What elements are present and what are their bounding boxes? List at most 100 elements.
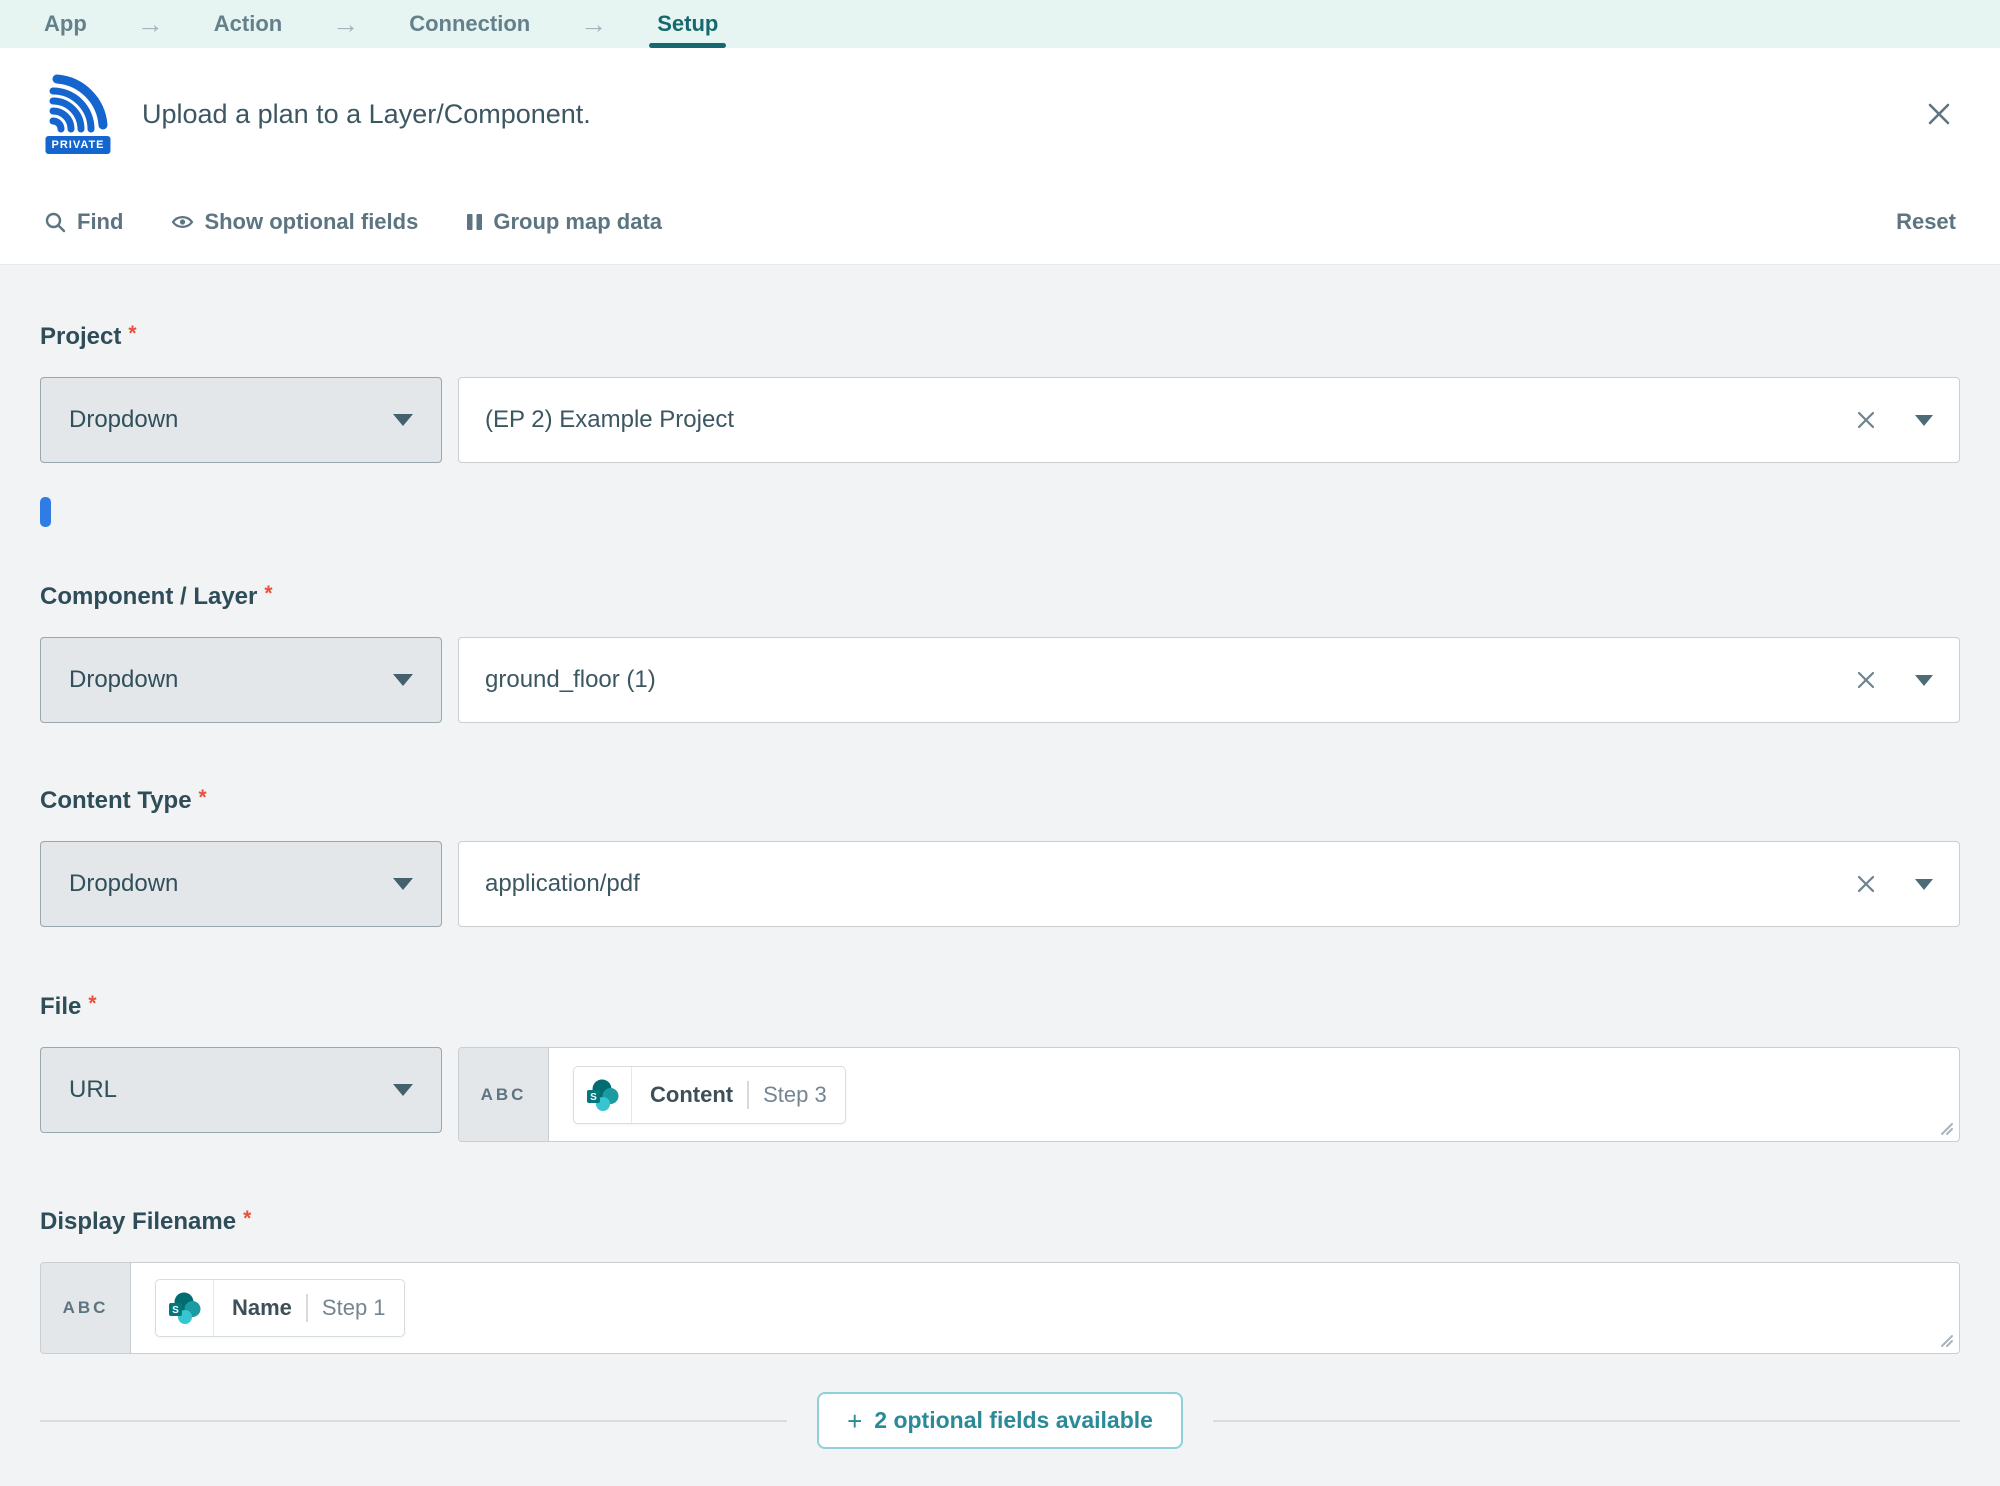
optional-fields-button[interactable]: + 2 optional fields available xyxy=(817,1392,1183,1449)
component-value: ground_floor (1) xyxy=(485,666,1853,694)
token-field-name: Content xyxy=(632,1082,747,1108)
breadcrumb-item-setup[interactable]: Setup xyxy=(649,0,726,48)
token-field-name: Name xyxy=(214,1295,306,1321)
chevron-down-icon xyxy=(1915,415,1933,426)
app-logo: PRIVATE xyxy=(40,71,116,157)
setup-panel: App → Action → Connection → Setup PR xyxy=(0,0,2000,1486)
component-mode-value: Dropdown xyxy=(69,666,178,694)
clear-x-icon xyxy=(1853,407,1879,433)
file-label-text: File xyxy=(40,993,81,1021)
resize-handle[interactable] xyxy=(1936,1118,1954,1136)
clear-x-icon xyxy=(1853,871,1879,897)
clear-x-icon xyxy=(1853,667,1879,693)
search-icon xyxy=(44,211,67,234)
project-mode-value: Dropdown xyxy=(69,406,178,434)
content-type-mode-value: Dropdown xyxy=(69,870,178,898)
field-content-type: Content Type * Dropdown application/pdf xyxy=(40,787,1960,927)
group-map-data-button[interactable]: Group map data xyxy=(466,209,662,235)
divider xyxy=(1213,1420,1960,1422)
chevron-down-icon xyxy=(1915,879,1933,890)
component-layer-label-text: Component / Layer xyxy=(40,583,257,611)
content-type-label: Content Type * xyxy=(40,787,1960,815)
component-layer-label: Component / Layer * xyxy=(40,583,1960,611)
display-filename-label-text: Display Filename xyxy=(40,1208,236,1236)
content-type-combobox[interactable]: application/pdf xyxy=(458,841,1960,927)
header: PRIVATE Upload a plan to a Layer/Compone… xyxy=(0,48,2000,180)
file-input-area[interactable]: S Content Step 3 xyxy=(549,1048,1959,1141)
optional-fields-button-label: 2 optional fields available xyxy=(874,1407,1153,1434)
chevron-down-icon xyxy=(393,878,413,890)
project-label: Project * xyxy=(40,323,1960,351)
breadcrumb: App → Action → Connection → Setup xyxy=(0,0,2000,48)
project-mode-select[interactable]: Dropdown xyxy=(40,377,442,463)
reset-button[interactable]: Reset xyxy=(1896,209,1956,235)
display-filename-input: ABC S xyxy=(40,1262,1960,1354)
required-asterisk: * xyxy=(264,583,272,604)
chevron-down-icon xyxy=(393,674,413,686)
content-type-clear-button[interactable] xyxy=(1853,871,1879,897)
display-filename-label: Display Filename * xyxy=(40,1208,1960,1236)
toolbar: Find Show optional fields Group map data… xyxy=(0,180,2000,265)
page-title: Upload a plan to a Layer/Component. xyxy=(142,99,591,130)
sharepoint-icon: S xyxy=(574,1067,632,1123)
breadcrumb-item-connection[interactable]: Connection xyxy=(401,0,538,48)
field-file: File * URL ABC xyxy=(40,993,1960,1142)
display-filename-mapped-token[interactable]: S Name Step 1 xyxy=(155,1279,405,1337)
eye-icon xyxy=(171,213,194,231)
file-input-type-badge: ABC xyxy=(459,1048,549,1141)
project-clear-button[interactable] xyxy=(1853,407,1879,433)
display-filename-input-area[interactable]: S Name Step 1 xyxy=(131,1263,1959,1353)
group-map-data-label: Group map data xyxy=(493,209,662,235)
breadcrumb-arrow-icon: → xyxy=(95,0,206,48)
component-combobox[interactable]: ground_floor (1) xyxy=(458,637,1960,723)
chevron-down-icon xyxy=(393,1084,413,1096)
breadcrumb-item-app[interactable]: App xyxy=(36,0,95,48)
token-step-label: Step 1 xyxy=(308,1295,404,1321)
token-step-label: Step 3 xyxy=(749,1082,845,1108)
app-logo-icon xyxy=(45,71,111,137)
component-clear-button[interactable] xyxy=(1853,667,1879,693)
find-label: Find xyxy=(77,209,123,235)
file-mode-value: URL xyxy=(69,1076,117,1104)
private-badge: PRIVATE xyxy=(42,133,113,157)
required-asterisk: * xyxy=(243,1208,251,1229)
breadcrumb-item-action[interactable]: Action xyxy=(206,0,290,48)
plus-icon: + xyxy=(847,1408,862,1434)
required-asterisk: * xyxy=(128,323,136,344)
content-type-label-text: Content Type xyxy=(40,787,192,815)
divider xyxy=(40,1420,787,1422)
optional-fields-footer: + 2 optional fields available xyxy=(40,1392,1960,1449)
form-body: Project * Dropdown (EP 2) Example Projec… xyxy=(0,265,2000,1486)
close-button[interactable] xyxy=(1918,93,1960,135)
svg-text:S: S xyxy=(590,1092,597,1103)
show-optional-fields-button[interactable]: Show optional fields xyxy=(171,209,418,235)
show-optional-fields-label: Show optional fields xyxy=(204,209,418,235)
field-component-layer: Component / Layer * Dropdown ground_floo… xyxy=(40,583,1960,723)
field-project: Project * Dropdown (EP 2) Example Projec… xyxy=(40,323,1960,527)
breadcrumb-arrow-icon: → xyxy=(538,0,649,48)
required-asterisk: * xyxy=(88,993,96,1014)
breadcrumb-arrow-icon: → xyxy=(290,0,401,48)
columns-icon xyxy=(466,213,483,231)
project-label-text: Project xyxy=(40,323,121,351)
required-asterisk: * xyxy=(199,787,207,808)
file-label: File * xyxy=(40,993,1960,1021)
file-mapped-token[interactable]: S Content Step 3 xyxy=(573,1066,846,1124)
content-type-value: application/pdf xyxy=(485,870,1853,898)
content-type-mode-select[interactable]: Dropdown xyxy=(40,841,442,927)
svg-text:S: S xyxy=(172,1305,179,1316)
field-display-filename: Display Filename * ABC xyxy=(40,1208,1960,1354)
text-cursor-indicator xyxy=(40,497,51,527)
close-icon xyxy=(1923,98,1955,130)
project-value: (EP 2) Example Project xyxy=(485,406,1853,434)
sharepoint-icon: S xyxy=(156,1280,214,1336)
display-filename-type-badge: ABC xyxy=(41,1263,131,1353)
file-mode-select[interactable]: URL xyxy=(40,1047,442,1133)
component-mode-select[interactable]: Dropdown xyxy=(40,637,442,723)
find-button[interactable]: Find xyxy=(44,209,123,235)
chevron-down-icon xyxy=(1915,675,1933,686)
project-combobox[interactable]: (EP 2) Example Project xyxy=(458,377,1960,463)
chevron-down-icon xyxy=(393,414,413,426)
resize-handle[interactable] xyxy=(1936,1330,1954,1348)
file-input: ABC S xyxy=(458,1047,1960,1142)
